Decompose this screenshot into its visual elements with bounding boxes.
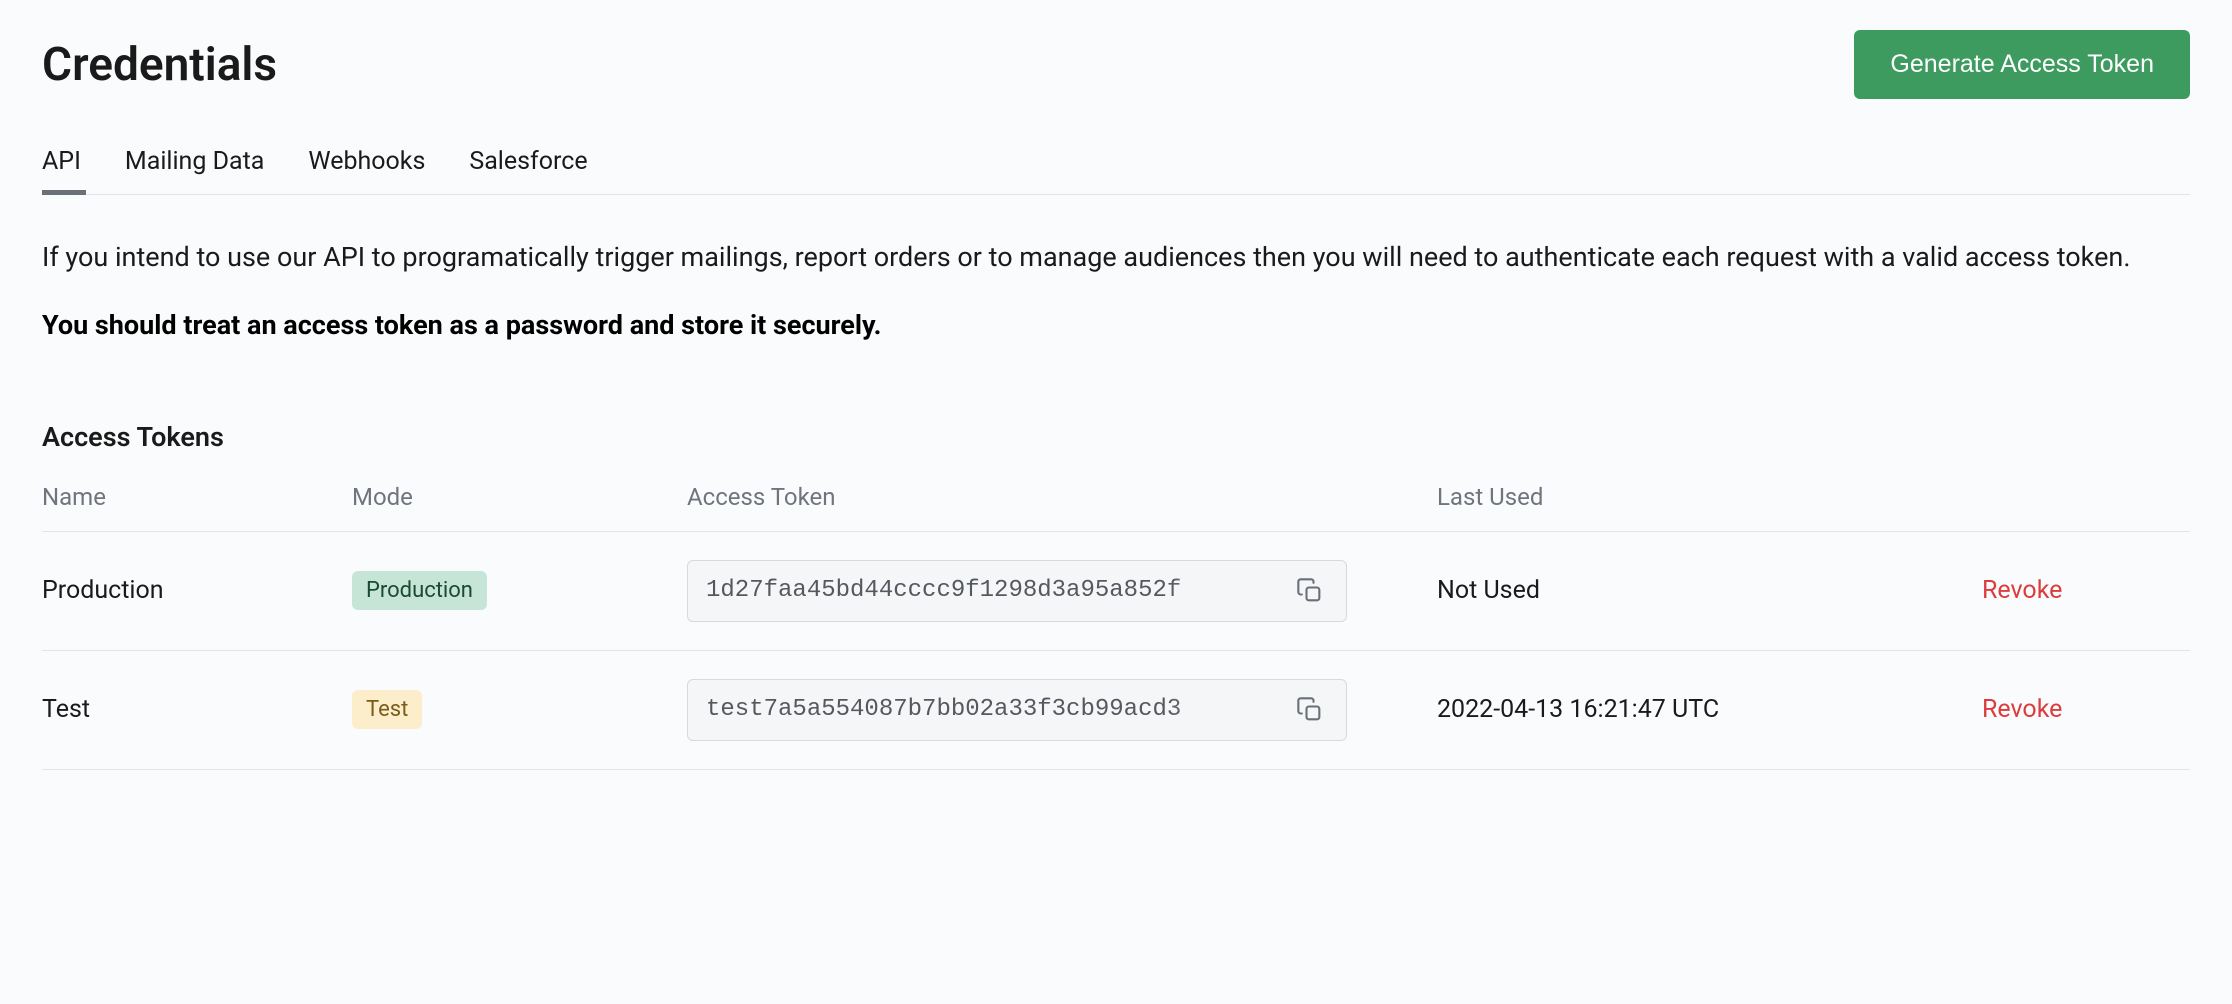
token-last-used: 2022-04-13 16:21:47 UTC <box>1437 695 1982 724</box>
token-box: 1d27faa45bd44cccc9f1298d3a95a852f <box>687 560 1347 622</box>
generate-access-token-button[interactable]: Generate Access Token <box>1854 30 2190 99</box>
copy-token-button[interactable] <box>1292 573 1328 609</box>
th-mode: Mode <box>352 483 687 511</box>
copy-token-button[interactable] <box>1292 692 1328 728</box>
section-title: Access Tokens <box>42 421 2190 453</box>
revoke-link[interactable]: Revoke <box>1982 695 2062 724</box>
access-tokens-table: Name Mode Access Token Last Used Product… <box>42 483 2190 770</box>
mode-badge: Production <box>352 571 487 610</box>
page-title: Credentials <box>42 38 277 92</box>
revoke-link[interactable]: Revoke <box>1982 576 2062 605</box>
tabs-nav: API Mailing Data Webhooks Salesforce <box>42 147 2190 195</box>
th-last-used: Last Used <box>1437 483 1982 511</box>
table-row: Test Test test7a5a554087b7bb02a33f3cb99a… <box>42 651 2190 770</box>
copy-icon <box>1296 696 1324 724</box>
tab-webhooks[interactable]: Webhooks <box>308 147 425 194</box>
token-last-used: Not Used <box>1437 576 1982 605</box>
table-header-row: Name Mode Access Token Last Used <box>42 483 2190 532</box>
table-row: Production Production 1d27faa45bd44cccc9… <box>42 532 2190 651</box>
tab-api[interactable]: API <box>42 147 81 194</box>
mode-badge: Test <box>352 690 422 729</box>
token-value: test7a5a554087b7bb02a33f3cb99acd3 <box>706 696 1284 723</box>
th-token: Access Token <box>687 483 1437 511</box>
tab-mailing-data[interactable]: Mailing Data <box>125 147 265 194</box>
token-box: test7a5a554087b7bb02a33f3cb99acd3 <box>687 679 1347 741</box>
th-actions <box>1982 483 2102 511</box>
token-name: Test <box>42 695 352 724</box>
warning-text: You should treat an access token as a pa… <box>42 309 2190 341</box>
intro-text: If you intend to use our API to programa… <box>42 239 2190 277</box>
copy-icon <box>1296 577 1324 605</box>
token-name: Production <box>42 576 352 605</box>
tab-salesforce[interactable]: Salesforce <box>469 147 587 194</box>
th-name: Name <box>42 483 352 511</box>
token-value: 1d27faa45bd44cccc9f1298d3a95a852f <box>706 577 1284 604</box>
